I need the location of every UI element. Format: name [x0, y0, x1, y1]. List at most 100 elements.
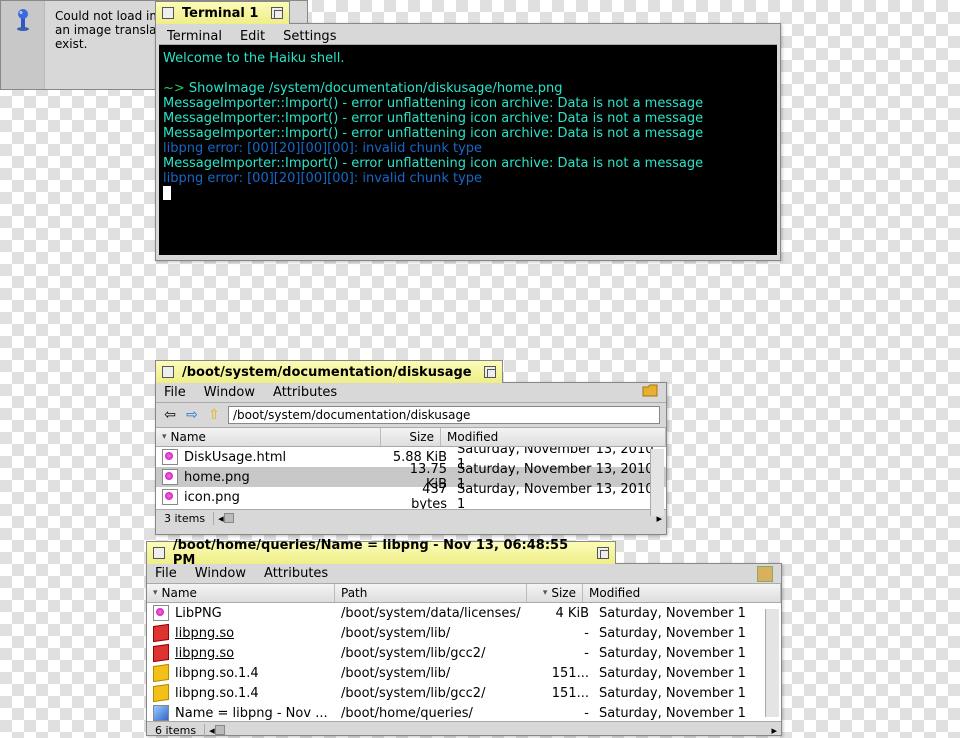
table-row[interactable]: LibPNG/boot/system/data/licenses/4 KiBSa… [147, 603, 781, 623]
sort-icon: ▾ [153, 588, 158, 598]
table-row[interactable]: libpng.so.1.4/boot/system/lib/gcc2/151..… [147, 683, 781, 703]
tracker1-navbar: ⇦ ⇨ ⇧ [156, 403, 666, 428]
file-size: - [533, 706, 589, 721]
tracker2-column-headers: ▾Name Path ▾Size Modified [147, 584, 781, 603]
library-icon [153, 644, 169, 662]
file-name: DiskUsage.html [184, 450, 286, 465]
file-size: 4 KiB [533, 606, 589, 621]
terminal-libpng-error: libpng error: [00][20][00][00]: invalid … [163, 171, 482, 186]
terminal-prompt: ~> [163, 81, 189, 96]
tracker2-titlebar[interactable]: /boot/home/queries/Name = libpng - Nov 1… [146, 541, 616, 564]
tracker1-titlebar[interactable]: /boot/system/documentation/diskusage [155, 360, 503, 383]
menu-window[interactable]: Window [204, 385, 255, 400]
file-icon [162, 469, 178, 485]
restore-icon[interactable] [271, 7, 283, 19]
menu-settings[interactable]: Settings [283, 29, 336, 42]
tracker2-filelist[interactable]: LibPNG/boot/system/data/licenses/4 KiBSa… [147, 603, 781, 721]
close-icon[interactable] [162, 366, 174, 378]
terminal-error-line: MessageImporter::Import() - error unflat… [163, 96, 703, 111]
path-input[interactable] [228, 406, 660, 424]
file-size: 151... [533, 686, 589, 701]
file-icon [162, 489, 178, 505]
file-name: LibPNG [175, 606, 222, 621]
tracker1-menubar: File Window Attributes [156, 383, 666, 403]
col-size[interactable]: Size [381, 428, 441, 446]
terminal-error-line: MessageImporter::Import() - error unflat… [163, 156, 703, 171]
file-modified: Saturday, November 1 [589, 706, 775, 721]
file-path: /boot/system/data/licenses/ [341, 606, 533, 621]
col-modified[interactable]: Modified [583, 584, 781, 602]
library-icon [153, 624, 169, 642]
table-row[interactable]: libpng.so/boot/system/lib/gcc2/-Saturday… [147, 643, 781, 663]
table-row[interactable]: icon.png437 bytesSaturday, November 13, … [156, 487, 666, 507]
col-name[interactable]: ▾Name [147, 584, 335, 602]
file-name: Name = libpng - Nov ... [175, 706, 328, 721]
file-name: libpng.so.1.4 [175, 666, 259, 681]
col-size[interactable]: ▾Size [527, 584, 583, 602]
menu-terminal[interactable]: Terminal [167, 29, 222, 42]
alert-icon-column [1, 1, 45, 89]
library-icon [153, 664, 169, 682]
file-modified: Saturday, November 1 [589, 666, 775, 681]
item-count: 3 items [156, 512, 214, 525]
item-count: 6 items [147, 724, 205, 737]
nav-back-icon[interactable]: ⇦ [162, 407, 178, 423]
tracker2-statusbar: 6 items ◂▸ [147, 721, 781, 738]
menu-attributes[interactable]: Attributes [273, 385, 337, 400]
file-size: 437 bytes [387, 482, 447, 509]
sort-icon: ▾ [543, 588, 548, 598]
nav-forward-icon[interactable]: ⇨ [184, 407, 200, 423]
col-path[interactable]: Path [335, 584, 527, 602]
window-title: Terminal 1 [182, 6, 258, 21]
tracker-window-diskusage: /boot/system/documentation/diskusage Fil… [155, 382, 667, 535]
file-name: libpng.so [175, 626, 234, 641]
terminal-window: Terminal 1 Terminal Edit Settings Welcom… [155, 23, 781, 261]
window-title: /boot/home/queries/Name = libpng - Nov 1… [173, 538, 589, 568]
terminal-libpng-error: libpng error: [00][20][00][00]: invalid … [163, 141, 482, 156]
tracker1-filelist[interactable]: DiskUsage.html5.88 KiBSaturday, November… [156, 447, 666, 509]
nav-up-icon[interactable]: ⇧ [206, 407, 222, 423]
restore-icon[interactable] [597, 547, 609, 559]
terminal-command: ShowImage /system/documentation/diskusag… [189, 81, 563, 96]
col-modified[interactable]: Modified [441, 428, 666, 446]
col-name[interactable]: ▾Name [156, 428, 381, 446]
file-icon [162, 449, 178, 465]
file-name: libpng.so.1.4 [175, 686, 259, 701]
file-size: - [533, 646, 589, 661]
file-modified: Saturday, November 1 [589, 686, 775, 701]
menu-edit[interactable]: Edit [240, 29, 265, 42]
sort-icon: ▾ [162, 432, 167, 442]
terminal-screen[interactable]: Welcome to the Haiku shell. ~> ShowImage… [159, 45, 777, 255]
file-size: 151... [533, 666, 589, 681]
library-icon [153, 684, 169, 702]
file-name: libpng.so [175, 646, 234, 661]
file-icon [153, 605, 169, 621]
scrollbar-horizontal[interactable]: ◂▸ [214, 512, 666, 525]
scrollbar-vertical[interactable] [650, 449, 664, 516]
file-path: /boot/system/lib/gcc2/ [341, 686, 533, 701]
tracker1-statusbar: 3 items ◂▸ [156, 509, 666, 526]
menu-attributes[interactable]: Attributes [264, 566, 328, 581]
package-icon [757, 566, 773, 582]
file-modified: Saturday, November 1 [589, 646, 775, 661]
menu-file[interactable]: File [164, 385, 186, 400]
menu-window[interactable]: Window [195, 566, 246, 581]
tracker1-column-headers: ▾Name Size Modified [156, 428, 666, 447]
terminal-welcome: Welcome to the Haiku shell. [163, 51, 344, 66]
terminal-error-line: MessageImporter::Import() - error unflat… [163, 126, 703, 141]
folder-icon [642, 384, 658, 402]
menu-file[interactable]: File [155, 566, 177, 581]
cursor-icon [163, 186, 171, 200]
terminal-titlebar[interactable]: Terminal 1 [155, 1, 290, 24]
table-row[interactable]: Name = libpng - Nov .../boot/home/querie… [147, 703, 781, 721]
scrollbar-horizontal[interactable]: ◂▸ [205, 724, 781, 737]
close-icon[interactable] [162, 7, 174, 19]
file-modified: Saturday, November 1 [589, 626, 775, 641]
scrollbar-vertical[interactable] [765, 609, 779, 717]
info-icon [14, 9, 32, 31]
table-row[interactable]: libpng.so.1.4/boot/system/lib/151...Satu… [147, 663, 781, 683]
close-icon[interactable] [153, 547, 165, 559]
table-row[interactable]: libpng.so/boot/system/lib/-Saturday, Nov… [147, 623, 781, 643]
restore-icon[interactable] [484, 366, 496, 378]
file-path: /boot/system/lib/gcc2/ [341, 646, 533, 661]
